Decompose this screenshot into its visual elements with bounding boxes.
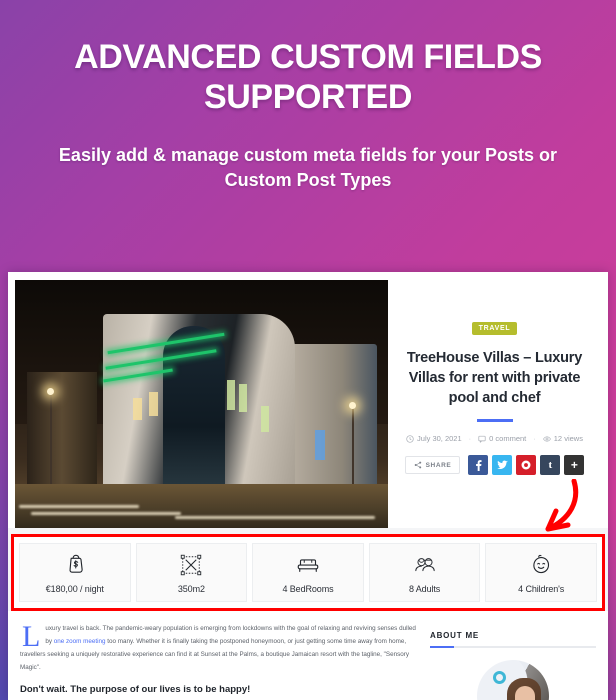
custom-field-price-label: €180,00 / night	[45, 584, 104, 594]
share-tumblr-button[interactable]: t	[540, 455, 561, 475]
custom-fields-row: €180,00 / night 350m2 4 BedRooms 8 Adult…	[19, 543, 597, 602]
post-comments: 0 comment	[478, 434, 526, 443]
custom-field-adults-label: 8 Adults	[408, 584, 441, 594]
post-content-area: L uxury travel is back. The pandemic-wea…	[8, 611, 608, 700]
avatar	[477, 660, 549, 700]
window	[133, 398, 142, 420]
drop-cap: L	[22, 620, 41, 653]
price-tag-icon	[22, 552, 128, 578]
custom-field-children[interactable]: 4 Children's	[485, 543, 597, 602]
promo-title: ADVANCED CUSTOM FIELDS SUPPORTED	[74, 38, 542, 116]
sidebar-about-widget: ABOUT ME	[430, 623, 596, 700]
decorative-ring	[493, 671, 506, 684]
custom-field-adults[interactable]: 8 Adults	[368, 543, 481, 602]
window	[239, 384, 247, 412]
share-more-button[interactable]: +	[564, 455, 585, 475]
post-area: TRAVEL TreeHouse Villas – Luxury Villas …	[8, 272, 608, 528]
zoom-meeting-link[interactable]: one zoom meeting	[54, 638, 106, 645]
window	[261, 406, 269, 432]
pinterest-icon	[521, 460, 531, 470]
meta-separator: ·	[468, 434, 472, 443]
custom-field-price[interactable]: €180,00 / night	[19, 543, 131, 602]
window	[227, 380, 235, 410]
post-summary: TRAVEL TreeHouse Villas – Luxury Villas …	[388, 280, 601, 528]
custom-fields-highlight-box: €180,00 / night 350m2 4 BedRooms 8 Adult…	[11, 479, 605, 611]
comment-icon	[478, 435, 486, 443]
article-kicker: Don't wait. The purpose of our lives is …	[20, 683, 251, 695]
post-meta: July 30, 2021 · 0 comment · 12 views	[406, 434, 583, 443]
share-facebook-button[interactable]	[468, 455, 489, 475]
area-size-icon	[139, 552, 245, 578]
share-pinterest-button[interactable]	[516, 455, 537, 475]
share-row: SHARE t +	[404, 455, 585, 475]
bed-icon	[255, 552, 361, 578]
left-building	[27, 372, 97, 494]
meta-separator: ·	[533, 434, 536, 443]
avatar-face	[515, 686, 535, 700]
post-views: 12 views	[542, 434, 583, 443]
window	[315, 430, 325, 460]
post-date-text: July 30, 2021	[417, 434, 462, 443]
widget-underline	[430, 646, 596, 648]
child-icon	[488, 552, 594, 578]
custom-field-children-label: 4 Children's	[518, 584, 565, 594]
clock-icon	[406, 434, 414, 443]
screenshot-card: TRAVEL TreeHouse Villas – Luxury Villas …	[8, 272, 608, 700]
post-title[interactable]: TreeHouse Villas – Luxury Villas for ren…	[402, 348, 587, 408]
custom-field-area-label: 350m2	[177, 584, 205, 594]
promo-header: ADVANCED CUSTOM FIELDS SUPPORTED Easily …	[0, 0, 616, 272]
post-views-text: 12 views	[553, 434, 583, 443]
light-trail	[31, 512, 181, 515]
light-trail	[175, 516, 375, 519]
street-lamp	[47, 388, 54, 395]
widget-title: ABOUT ME	[430, 631, 480, 640]
window	[149, 392, 158, 416]
promo-subtitle: Easily add & manage custom meta fields f…	[58, 144, 558, 191]
right-building	[291, 344, 377, 494]
custom-field-area[interactable]: 350m2	[135, 543, 248, 602]
custom-field-bedrooms-label: 4 BedRooms	[282, 584, 334, 594]
share-button[interactable]: SHARE	[404, 456, 461, 474]
share-label-text: SHARE	[425, 461, 452, 469]
category-badge[interactable]: TRAVEL	[471, 322, 518, 335]
adults-icon	[372, 552, 478, 578]
article-body: L uxury travel is back. The pandemic-wea…	[20, 620, 420, 700]
share-icon	[414, 461, 421, 469]
custom-field-bedrooms[interactable]: 4 BedRooms	[252, 543, 364, 602]
light-trail	[19, 505, 139, 508]
twitter-icon	[496, 460, 508, 469]
eye-icon	[542, 435, 551, 442]
article-lead-paragraph: uxury travel is back. The pandemic-weary…	[20, 623, 420, 675]
post-featured-image[interactable]	[15, 280, 388, 528]
post-date: July 30, 2021	[406, 434, 462, 443]
post-comments-text: 0 comment	[489, 434, 527, 443]
title-underline	[476, 419, 513, 422]
street-lamp	[349, 402, 356, 409]
share-twitter-button[interactable]	[492, 455, 513, 475]
facebook-icon	[475, 459, 482, 471]
